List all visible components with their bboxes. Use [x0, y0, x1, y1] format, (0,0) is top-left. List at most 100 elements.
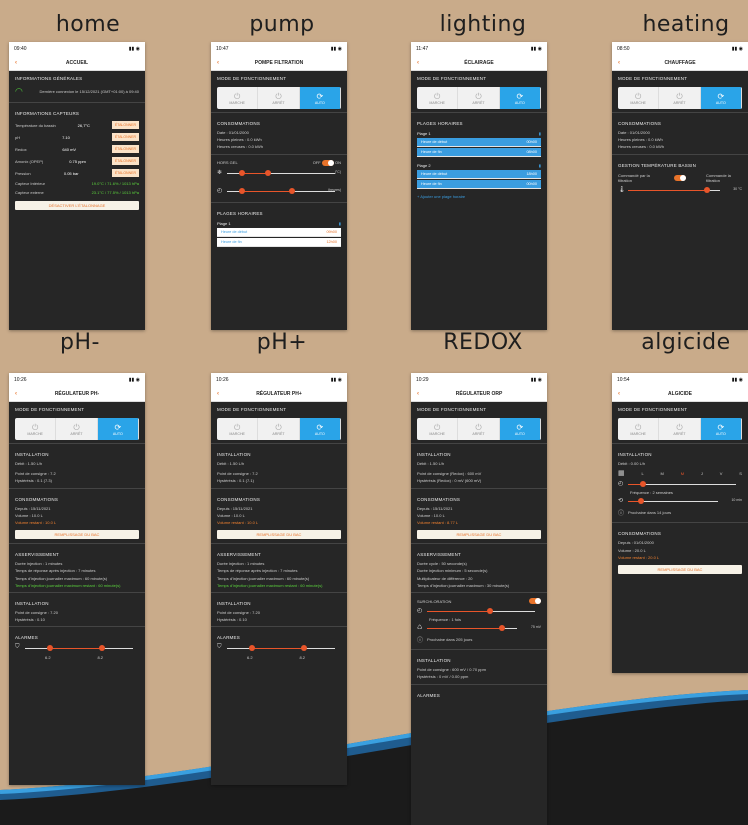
disable-calibration-button[interactable]: DÉSACTIVER L'ÉTALONNAGE	[15, 201, 139, 210]
calibrate-button[interactable]: ÉTALONNER	[111, 157, 139, 165]
asserv-line: Temps de réponse après injection : 7 min…	[15, 568, 96, 574]
mode-auto[interactable]: ⟳ AUTO	[499, 87, 541, 109]
mode-manual[interactable]: ⏻ MARCHE	[15, 418, 57, 440]
slot-start[interactable]: Heure de début 00h00	[417, 138, 541, 147]
day-item[interactable]: S	[739, 471, 742, 476]
power-icon: ⏻	[475, 422, 482, 432]
mode-off[interactable]: ⏻ ARRÊT	[659, 418, 701, 440]
power-icon: ⏻	[32, 422, 39, 432]
duration-slider[interactable]: ⟲ 10 min	[618, 496, 742, 506]
asserv-line: Temps d'injection journalier maximum : 6…	[15, 575, 108, 581]
mode-label: MARCHE	[630, 100, 646, 105]
clock-icon: ◴	[618, 481, 624, 488]
cons-line: Volume : 10.0 L	[217, 512, 245, 518]
mode-manual[interactable]: ⏻ MARCHE	[217, 418, 259, 440]
mode-auto[interactable]: ⟳ AUTO	[700, 418, 742, 440]
connection-text: Dernière connexion le 15/12/2021 (GMT+01…	[39, 89, 139, 94]
mode-auto[interactable]: ⟳ AUTO	[97, 418, 139, 440]
day-item[interactable]: M	[681, 471, 684, 476]
sensor-label: Pression	[15, 170, 31, 176]
alarm-slider[interactable]: ⛉	[15, 643, 139, 653]
slot-end[interactable]: Heure de fin 00h00	[417, 180, 541, 189]
calibrate-button[interactable]: ÉTALONNER	[111, 169, 139, 177]
indoor-label: Capteur Intérieur	[15, 181, 46, 186]
mode-label: AUTO	[715, 100, 726, 105]
mode-label: MARCHE	[630, 431, 646, 436]
refill-button[interactable]: REMPLISSAGE DU BAC	[217, 530, 341, 540]
surchlor-toggle[interactable]	[529, 598, 541, 605]
alarm-slider[interactable]: ⛉	[217, 643, 341, 653]
day-item[interactable]: M	[661, 471, 664, 476]
back-arrow-icon[interactable]: ‹	[411, 391, 425, 397]
slot-end[interactable]: Heure de fin 08h00	[417, 148, 541, 157]
mv-slider[interactable]: ♺ 75 mV	[417, 623, 541, 633]
frost-temp-slider[interactable]: ❄ (°C)	[217, 168, 341, 178]
day-item[interactable]: V	[720, 471, 723, 476]
back-arrow-icon[interactable]: ‹	[211, 391, 225, 397]
status-bar: 11:47 ▮▮ ◉	[411, 42, 547, 56]
slot-start[interactable]: Heure de début 18h00	[417, 170, 541, 179]
mode-auto[interactable]: ⟳ AUTO	[299, 87, 341, 109]
caption-ph-minus: pH-	[60, 330, 100, 355]
mode-manual[interactable]: ⏻ MARCHE	[417, 418, 459, 440]
mode-auto[interactable]: ⟳ AUTO	[700, 87, 742, 109]
day-item[interactable]: L	[641, 471, 643, 476]
setpoint-line: Point de consigne : 7.2	[15, 471, 56, 477]
mode-off[interactable]: ⏻ ARRÊT	[258, 87, 300, 109]
add-slot-link[interactable]: + Ajouter une plage horaire	[411, 193, 547, 200]
back-arrow-icon[interactable]: ‹	[9, 391, 23, 397]
mode-label: MARCHE	[429, 100, 445, 105]
filtration-toggle[interactable]	[674, 174, 686, 181]
frost-toggle[interactable]	[321, 159, 334, 166]
mode-manual[interactable]: ⏻ MARCHE	[618, 87, 660, 109]
asserv-title: ASSERVISSEMENT	[417, 552, 461, 558]
back-arrow-icon[interactable]: ‹	[9, 60, 23, 66]
freq-line: Fréquence : 2 semaines	[630, 490, 673, 496]
alarm-high: 8.2	[97, 655, 103, 661]
slot-start[interactable]: Heure de début 09h00	[217, 227, 341, 237]
slot-start-label: Heure de début	[421, 172, 448, 176]
power-icon: ⏻	[635, 91, 642, 101]
back-arrow-icon[interactable]: ‹	[612, 391, 626, 397]
debit-line: Débit : 1.50 L/h	[417, 461, 445, 466]
mode-off[interactable]: ⏻ ARRÊT	[458, 418, 500, 440]
cons-line: Heures creuses : 0.0 kWh	[618, 144, 665, 150]
power-icon: ⏻	[234, 91, 241, 101]
mode-off[interactable]: ⏻ ARRÊT	[258, 418, 300, 440]
hyst2-line: Hystérésis : 0.10	[15, 617, 45, 623]
slot-end[interactable]: Heure de fin 12h00	[217, 237, 341, 247]
frequency-slider[interactable]: ◴	[618, 479, 742, 489]
app-bar: ‹ RÉGULATEUR ORP	[411, 387, 547, 402]
calendar-icon: ▦	[618, 470, 625, 478]
frequency-slider[interactable]: ◴	[417, 606, 541, 616]
refill-button[interactable]: REMPLISSAGE DU BAC	[15, 530, 139, 540]
back-arrow-icon[interactable]: ‹	[411, 60, 425, 66]
mode-manual[interactable]: ⏻ MARCHE	[618, 418, 660, 440]
thermometer-icon: 🌡	[618, 186, 626, 193]
app-bar: ‹ ALGICIDE	[612, 387, 748, 402]
page-title: ÉCLAIRAGE	[464, 60, 494, 66]
calibrate-button[interactable]: ÉTALONNER	[111, 145, 139, 153]
temperature-slider[interactable]: 🌡 30 °C	[618, 185, 742, 195]
mode-off[interactable]: ⏻ ARRÊT	[56, 418, 98, 440]
refill-button[interactable]: REMPLISSAGE DU BAC	[417, 530, 541, 540]
mode-manual[interactable]: ⏻ MARCHE	[417, 87, 459, 109]
mode-off[interactable]: ⏻ ARRÊT	[458, 87, 500, 109]
mode-off[interactable]: ⏻ ARRÊT	[659, 87, 701, 109]
refill-button[interactable]: REMPLISSAGE DU BAC	[618, 565, 742, 575]
slots-title: PLAGES HORAIRES	[417, 121, 463, 126]
status-bar: 10:26 ▮▮ ◉	[9, 373, 145, 387]
delete-icon[interactable]: ▮	[539, 131, 541, 136]
day-item[interactable]: J	[701, 471, 703, 476]
frost-hours-slider[interactable]: ◴ (heures)	[217, 186, 341, 196]
back-arrow-icon[interactable]: ‹	[211, 60, 225, 66]
back-arrow-icon[interactable]: ‹	[612, 60, 626, 66]
mode-manual[interactable]: ⏻ MARCHE	[217, 87, 259, 109]
delete-icon[interactable]: ▮	[539, 163, 541, 168]
calibrate-button[interactable]: ÉTALONNER	[111, 121, 139, 129]
screen-pump: 10:47 ▮▮ ◉ ‹ POMPE FILTRATION MODE DE FONC…	[211, 42, 347, 330]
mode-auto[interactable]: ⟳ AUTO	[299, 418, 341, 440]
mode-auto[interactable]: ⟳ AUTO	[499, 418, 541, 440]
calibrate-button[interactable]: ÉTALONNER	[111, 133, 139, 141]
delete-icon[interactable]: ▮	[339, 221, 341, 226]
